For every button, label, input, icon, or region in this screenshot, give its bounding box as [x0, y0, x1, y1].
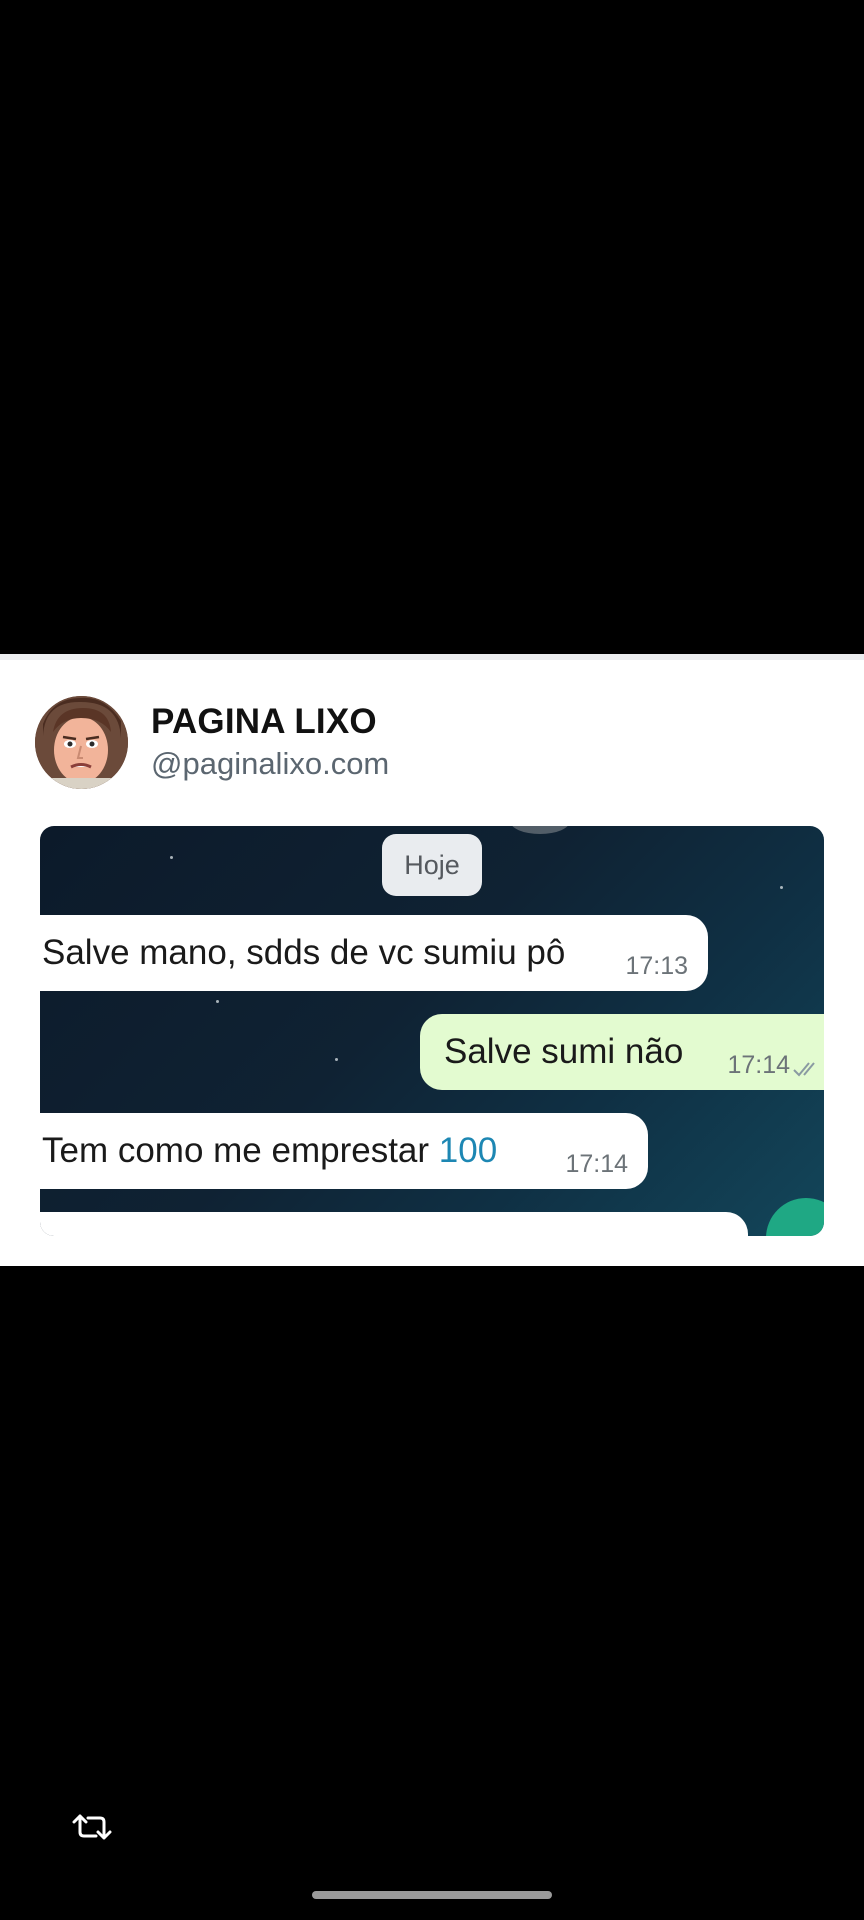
date-separator: Hoje — [382, 834, 482, 896]
retweet-icon[interactable] — [72, 1812, 112, 1842]
avatar[interactable] — [35, 696, 128, 789]
message-bubble-partial — [40, 1212, 748, 1236]
message-time: 17:14 — [565, 1150, 628, 1178]
cartoon-face-icon — [35, 696, 128, 789]
star-decoration — [216, 1000, 219, 1003]
home-indicator[interactable] — [312, 1891, 552, 1899]
star-decoration — [170, 856, 173, 859]
message-bubble-incoming[interactable]: Salve mano, sdds de vc sumiu pô 17:13 — [40, 915, 708, 991]
message-text-prefix: Tem como me emprestar — [42, 1131, 439, 1170]
tweet-card[interactable]: PAGINA LIXO @paginalixo.com Hoje Salve m… — [0, 654, 864, 1266]
screen: PAGINA LIXO @paginalixo.com Hoje Salve m… — [0, 0, 864, 1920]
message-bubble-outgoing[interactable]: Salve sumi não 17:14 — [420, 1014, 824, 1090]
divider — [0, 654, 864, 660]
message-text: Salve sumi não — [444, 1032, 684, 1071]
embedded-chat-image[interactable]: Hoje Salve mano, sdds de vc sumiu pô 17:… — [40, 826, 824, 1236]
moon-decoration — [510, 826, 570, 834]
author-name[interactable]: PAGINA LIXO — [151, 702, 377, 742]
message-bubble-incoming[interactable]: Tem como me emprestar 100 17:14 — [40, 1113, 648, 1189]
message-time: 17:14 — [727, 1051, 790, 1079]
author-handle[interactable]: @paginalixo.com — [151, 746, 389, 782]
message-text: Tem como me emprestar 100 — [42, 1131, 497, 1171]
star-decoration — [335, 1058, 338, 1061]
fab-partial — [766, 1198, 824, 1236]
double-check-icon — [793, 1062, 815, 1077]
message-text: Salve mano, sdds de vc sumiu pô — [42, 933, 566, 972]
message-time: 17:13 — [625, 952, 688, 980]
message-number: 100 — [438, 1131, 498, 1170]
star-decoration — [780, 886, 783, 889]
